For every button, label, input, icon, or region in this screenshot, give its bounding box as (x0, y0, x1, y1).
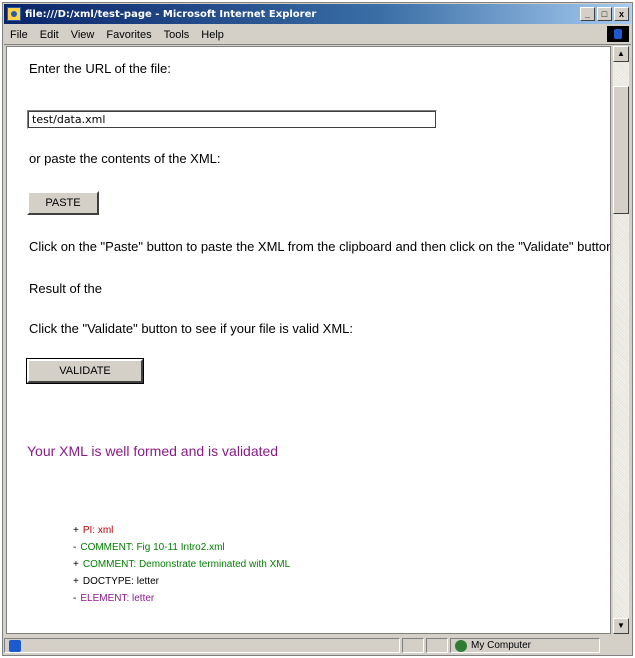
window-title: file:///D:/xml/test-page - Microsoft Int… (25, 8, 317, 20)
menu-view[interactable]: View (65, 29, 101, 41)
paste-prompt: or paste the contents of the XML: (29, 151, 221, 166)
ie-status-icon (9, 639, 21, 652)
status-zone: My Computer (471, 640, 532, 651)
tree-node[interactable]: - COMMENT: Fig 10-11 Intro2.xml (73, 539, 290, 556)
scroll-up-icon[interactable]: ▲ (613, 46, 629, 62)
url-prompt: Enter the URL of the file: (29, 61, 171, 76)
status-bar: My Computer (4, 636, 631, 655)
status-panel (426, 638, 448, 653)
expand-marker[interactable]: + (73, 576, 79, 587)
tree-node[interactable]: + DOCTYPE: letter (73, 573, 290, 590)
status-panel (402, 638, 424, 653)
xml-node-tree: + PI: xml - COMMENT: Fig 10-11 Intro2.xml … (73, 522, 290, 607)
expand-marker[interactable]: + (73, 525, 79, 536)
title-bar: file:///D:/xml/test-page - Microsoft Int… (4, 4, 631, 24)
menu-file[interactable]: File (4, 29, 34, 41)
validate-prompt: Click the "Validate" button to see if yo… (29, 321, 354, 336)
tree-node-label: COMMENT: Demonstrate terminated with XML (82, 559, 291, 570)
expand-marker[interactable]: - (73, 593, 76, 604)
tree-node[interactable]: + PI: xml (73, 522, 290, 539)
menu-bar: File Edit View Favorites Tools Help (4, 25, 631, 45)
windows-logo-icon (607, 26, 629, 42)
result-label: Result of the (29, 281, 102, 296)
my-computer-icon (455, 639, 467, 652)
validate-button[interactable]: VALIDATE (26, 358, 144, 384)
tree-node[interactable]: - ELEMENT: letter (73, 590, 290, 607)
minimize-button[interactable]: _ (580, 7, 595, 21)
ie-page-icon (7, 7, 21, 21)
tree-node-label: DOCTYPE: letter (82, 576, 159, 587)
paste-button[interactable]: PASTE (27, 191, 99, 215)
tree-node-label: COMMENT: Fig 10-11 Intro2.xml (80, 542, 225, 553)
scroll-down-icon[interactable]: ▼ (613, 618, 629, 634)
menu-edit[interactable]: Edit (34, 29, 65, 41)
tree-node[interactable]: + COMMENT: Demonstrate terminated with XM… (73, 556, 290, 573)
tree-node-label: ELEMENT: letter (80, 593, 155, 604)
menu-help[interactable]: Help (195, 29, 230, 41)
expand-marker[interactable]: + (73, 559, 79, 570)
menu-tools[interactable]: Tools (158, 29, 196, 41)
browser-window: file:///D:/xml/test-page - Microsoft Int… (2, 2, 633, 656)
scroll-thumb[interactable] (613, 86, 629, 214)
maximize-button[interactable]: □ (597, 7, 612, 21)
page-content: Enter the URL of the file: test/data.xml… (6, 46, 611, 634)
url-input[interactable]: test/data.xml (27, 110, 437, 129)
close-button[interactable]: x (614, 7, 629, 21)
tree-node-label: PI: xml (82, 525, 114, 536)
status-main-panel (4, 638, 400, 653)
status-zone-panel: My Computer (450, 638, 600, 653)
menu-favorites[interactable]: Favorites (100, 29, 157, 41)
instructions-text: Click on the "Paste" button to paste the… (29, 239, 611, 254)
validation-result: Your XML is well formed and is validated (27, 443, 279, 459)
expand-marker[interactable]: - (73, 542, 76, 553)
vertical-scrollbar[interactable]: ▲ ▼ (612, 46, 629, 634)
